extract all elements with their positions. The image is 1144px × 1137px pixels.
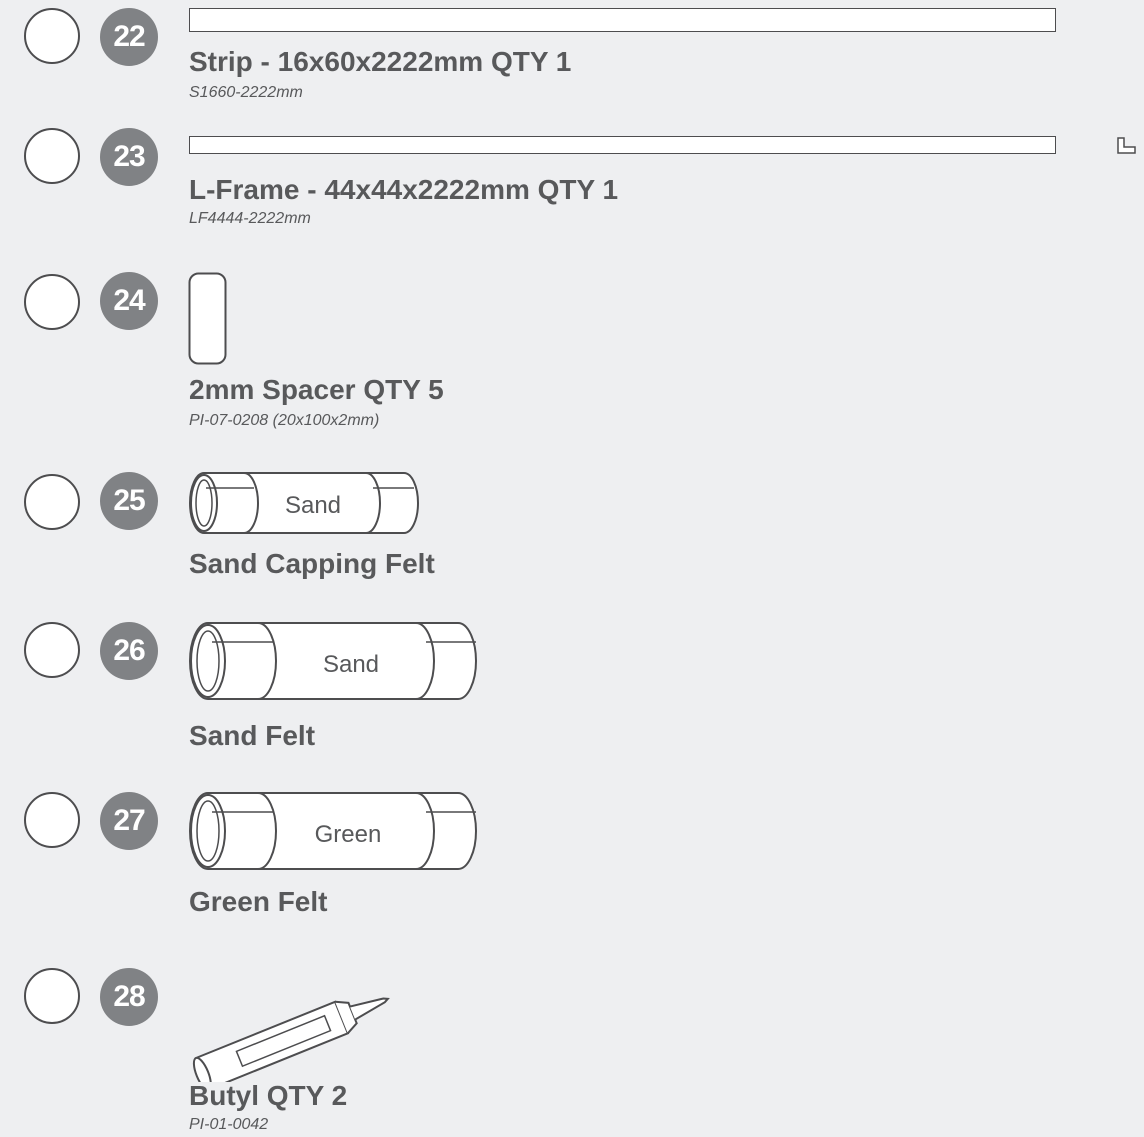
- felt-roll-icon: Sand: [189, 622, 477, 700]
- checkbox-circle[interactable]: [24, 8, 80, 64]
- checkbox-circle[interactable]: [24, 274, 80, 330]
- felt-roll-icon: Green: [189, 792, 477, 870]
- item-title: Strip - 16x60x2222mm QTY 1: [189, 46, 572, 77]
- item-number-badge: 25: [100, 472, 158, 530]
- item-number-badge: 27: [100, 792, 158, 850]
- item-number-badge: 28: [100, 968, 158, 1026]
- sealant-tube-icon: [192, 997, 390, 1082]
- checkbox-circle[interactable]: [24, 474, 80, 530]
- item-code: PI-07-0208 (20x100x2mm): [189, 412, 380, 429]
- item-title: Green Felt: [189, 886, 328, 917]
- item-code: S1660-2222mm: [189, 84, 303, 101]
- spacer-icon: [188, 272, 227, 365]
- item-code: LF4444-2222mm: [189, 210, 311, 227]
- item-title: Sand Felt: [189, 720, 316, 751]
- item-number-badge: 23: [100, 128, 158, 186]
- item-title: L-Frame - 44x44x2222mm QTY 1: [189, 174, 619, 205]
- item-title: Sand Capping Felt: [189, 548, 435, 579]
- item-title: Butyl QTY 2: [189, 1080, 348, 1111]
- checkbox-circle[interactable]: [24, 792, 80, 848]
- item-number-badge: 26: [100, 622, 158, 680]
- roll-label: Green: [315, 821, 382, 848]
- l-frame-bar: [189, 136, 1056, 154]
- l-profile-icon: [1117, 137, 1136, 154]
- item-title: 2mm Spacer QTY 5: [189, 374, 444, 405]
- roll-label: Sand: [323, 651, 379, 678]
- checkbox-circle[interactable]: [24, 968, 80, 1024]
- item-code: PI-01-0042: [189, 1116, 269, 1133]
- item-number-badge: 22: [100, 8, 158, 66]
- checkbox-circle[interactable]: [24, 128, 80, 184]
- item-number-badge: 24: [100, 272, 158, 330]
- checkbox-circle[interactable]: [24, 622, 80, 678]
- roll-label: Sand: [285, 492, 341, 519]
- felt-roll-icon: Sand: [189, 472, 419, 534]
- strip-bar: [189, 8, 1056, 32]
